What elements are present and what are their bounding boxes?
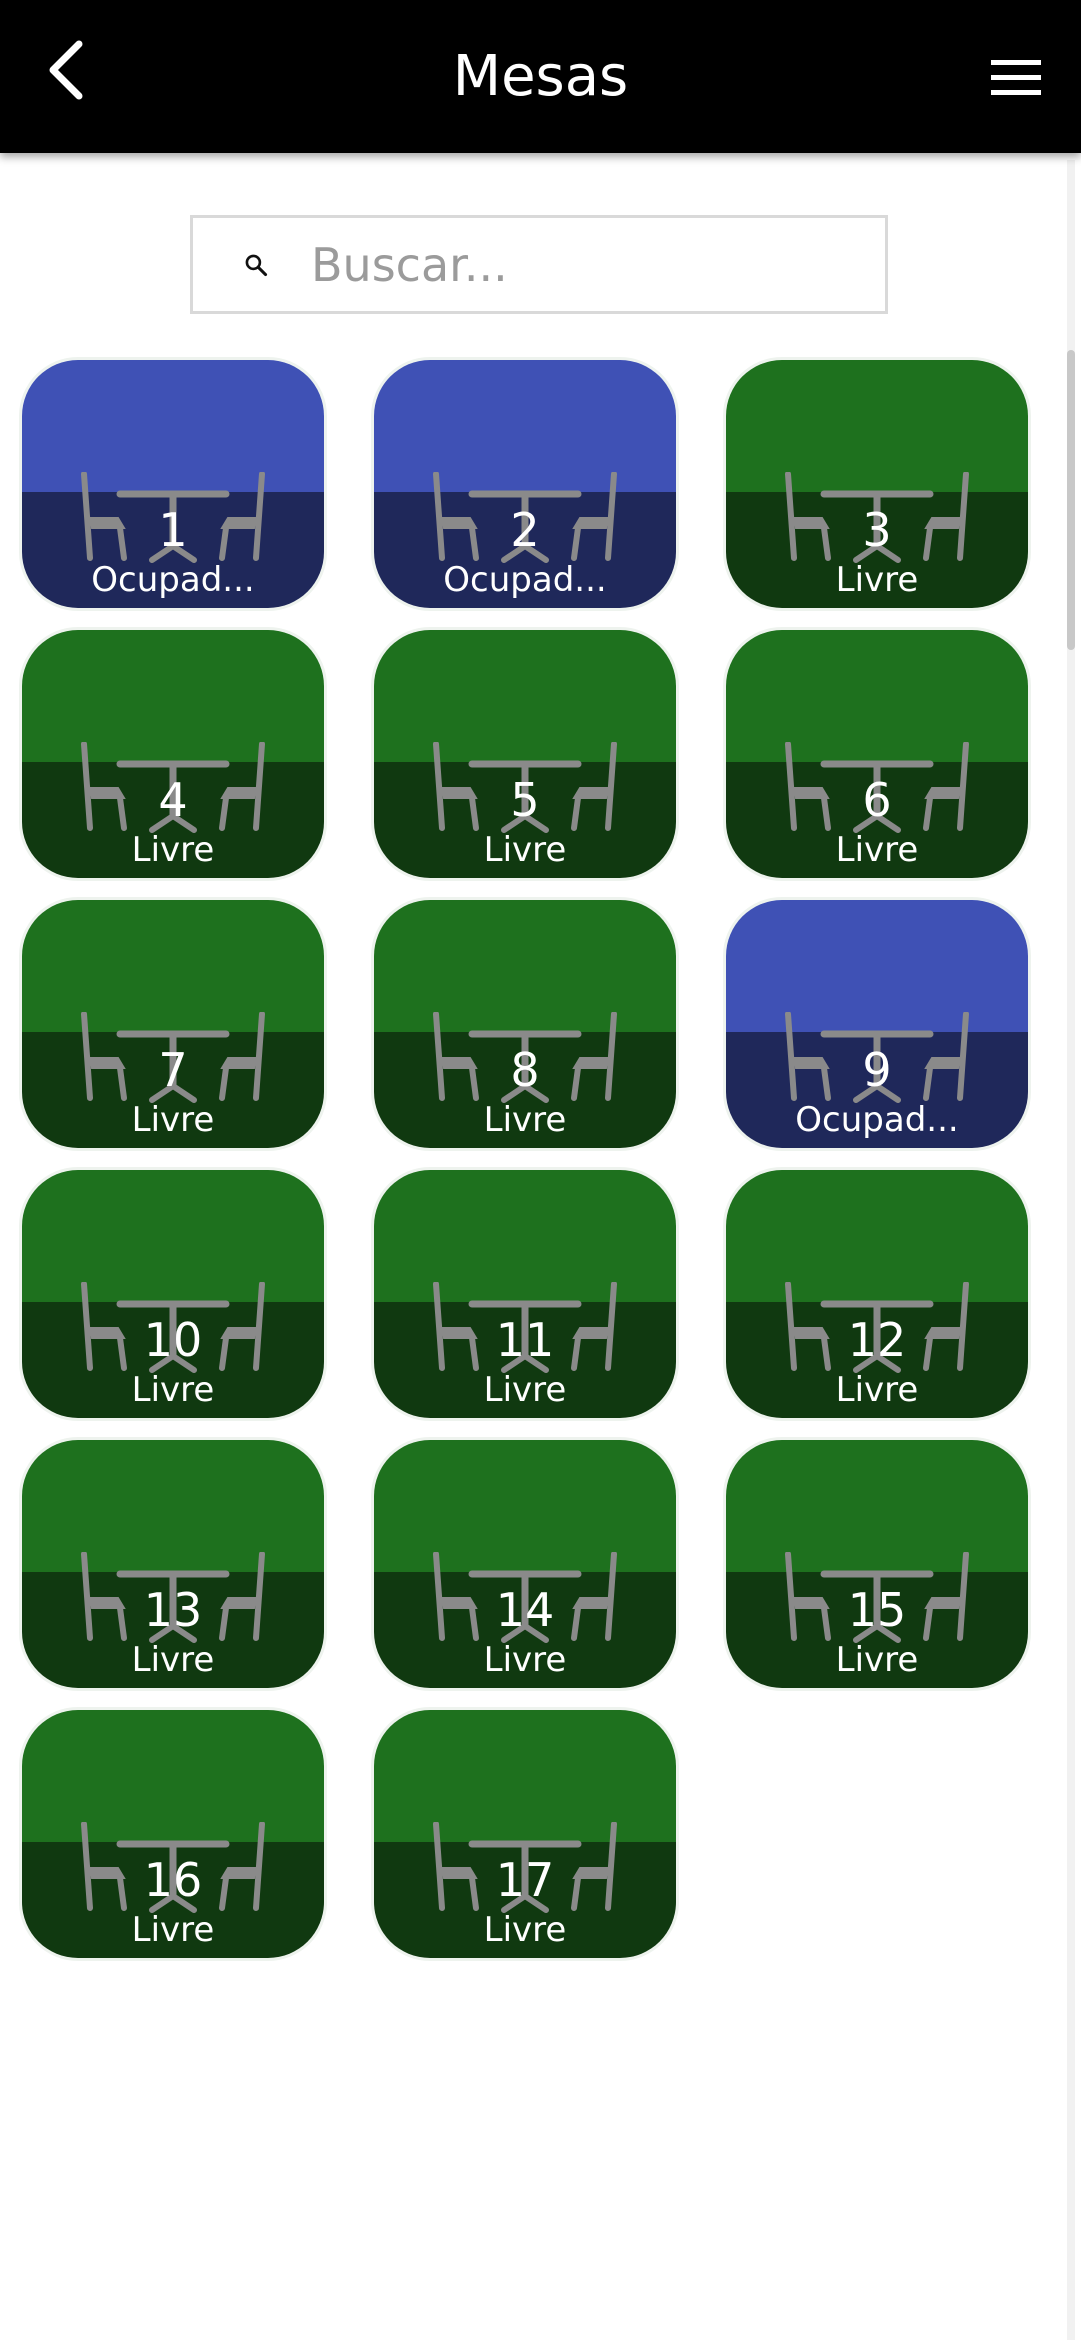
table-tile-8[interactable]: 8 Livre	[374, 900, 676, 1148]
table-status: Livre	[483, 1910, 567, 1950]
table-tile-5[interactable]: 5 Livre	[374, 630, 676, 878]
scrollbar-thumb[interactable]	[1067, 350, 1075, 650]
scrollbar[interactable]	[1067, 160, 1075, 2340]
table-status: Livre	[131, 1910, 215, 1950]
table-tile-13[interactable]: 13 Livre	[22, 1440, 324, 1688]
search-input[interactable]	[309, 236, 885, 293]
table-number: 12	[847, 1313, 907, 1367]
table-tile-4[interactable]: 4 Livre	[22, 630, 324, 878]
table-number: 6	[862, 773, 892, 827]
table-number: 7	[158, 1043, 188, 1097]
table-status: Livre	[483, 1100, 567, 1140]
table-tile-15[interactable]: 15 Livre	[726, 1440, 1028, 1688]
app-root: Mesas 1Ocupad...2Ocupad...3Livre4Livre5L…	[0, 0, 1081, 2340]
table-number: 1	[158, 503, 188, 557]
table-tile-7[interactable]: 7 Livre	[22, 900, 324, 1148]
hamburger-menu-icon	[991, 60, 1041, 95]
table-status: Ocupad...	[91, 560, 255, 600]
table-status: Livre	[131, 1370, 215, 1410]
table-tile-12[interactable]: 12 Livre	[726, 1170, 1028, 1418]
table-status: Livre	[835, 560, 919, 600]
table-number: 17	[495, 1853, 555, 1907]
table-number: 2	[510, 503, 540, 557]
table-number: 3	[862, 503, 892, 557]
table-tile-10[interactable]: 10 Livre	[22, 1170, 324, 1418]
search-box[interactable]	[190, 215, 888, 314]
table-number: 11	[495, 1313, 555, 1367]
table-status: Livre	[835, 1370, 919, 1410]
table-number: 9	[862, 1043, 892, 1097]
table-status: Livre	[835, 830, 919, 870]
search-icon	[245, 254, 268, 276]
table-number: 10	[143, 1313, 203, 1367]
table-status: Livre	[131, 1640, 215, 1680]
table-tile-16[interactable]: 16 Livre	[22, 1710, 324, 1958]
menu-button[interactable]	[981, 38, 1051, 118]
table-status: Livre	[835, 1640, 919, 1680]
table-number: 4	[158, 773, 188, 827]
table-tile-9[interactable]: 9 Ocupad...	[726, 900, 1028, 1148]
table-number: 5	[510, 773, 540, 827]
table-tile-14[interactable]: 14 Livre	[374, 1440, 676, 1688]
top-app-bar: Mesas	[0, 0, 1081, 153]
table-number: 8	[510, 1043, 540, 1097]
table-tile-17[interactable]: 17 Livre	[374, 1710, 676, 1958]
table-number: 15	[847, 1583, 907, 1637]
table-tile-6[interactable]: 6 Livre	[726, 630, 1028, 878]
table-status: Livre	[131, 830, 215, 870]
page-title: Mesas	[452, 44, 629, 109]
table-status: Ocupad...	[443, 560, 607, 600]
table-status: Livre	[483, 1370, 567, 1410]
table-tile-3[interactable]: 3 Livre	[726, 360, 1028, 608]
table-number: 14	[495, 1583, 555, 1637]
table-tile-1[interactable]: 1 Ocupad...	[22, 360, 324, 608]
table-number: 16	[143, 1853, 203, 1907]
table-tile-2[interactable]: 2 Ocupad...	[374, 360, 676, 608]
table-tile-11[interactable]: 11 Livre	[374, 1170, 676, 1418]
table-status: Livre	[483, 1640, 567, 1680]
table-status: Ocupad...	[795, 1100, 959, 1140]
table-status: Livre	[131, 1100, 215, 1140]
table-number: 13	[143, 1583, 203, 1637]
table-status: Livre	[483, 830, 567, 870]
